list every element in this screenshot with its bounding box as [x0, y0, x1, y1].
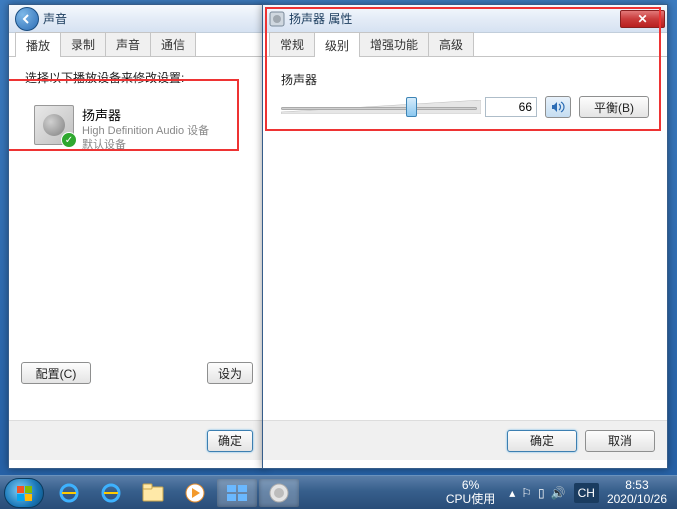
tab-advanced[interactable]: 高级	[428, 32, 474, 56]
sound-ok-button[interactable]: 确定	[207, 430, 253, 452]
props-title-bar[interactable]: 扬声器 属性 ✕	[263, 5, 667, 33]
device-driver: High Definition Audio 设备	[82, 124, 209, 138]
start-button[interactable]	[4, 478, 44, 508]
tab-enhancements[interactable]: 增强功能	[359, 32, 429, 56]
clock-time: 8:53	[607, 479, 667, 492]
tab-communications[interactable]: 通信	[150, 32, 196, 56]
speaker-sound-icon	[551, 100, 565, 114]
device-status: 默认设备	[82, 138, 209, 152]
taskbar-ie2-icon[interactable]	[91, 479, 131, 507]
balance-button[interactable]: 平衡(B)	[579, 96, 649, 118]
sound-content: 选择以下播放设备来修改设置: ✓ 扬声器 High Definition Aud…	[9, 57, 265, 428]
volume-input[interactable]	[485, 97, 537, 117]
taskbar: 6% CPU使用 ▴ ⚐ ▯ 🔊 CH 8:53 2020/10/26	[0, 475, 677, 509]
tab-recording[interactable]: 录制	[60, 32, 106, 56]
sound-button-row: 确定	[9, 420, 265, 460]
volume-slider[interactable]	[281, 96, 477, 118]
cpu-percent: 6%	[446, 479, 495, 492]
tab-general[interactable]: 常规	[269, 32, 315, 56]
props-ok-button[interactable]: 确定	[507, 430, 577, 452]
device-name: 扬声器	[82, 105, 209, 124]
device-item-speaker[interactable]: ✓ 扬声器 High Definition Audio 设备 默认设备	[25, 96, 249, 162]
props-cancel-button[interactable]: 取消	[585, 430, 655, 452]
configure-button[interactable]: 配置(C)	[21, 362, 91, 384]
cpu-meter[interactable]: 6% CPU使用	[440, 477, 501, 507]
sound-title: 声音	[43, 10, 263, 27]
tab-playback[interactable]: 播放	[15, 32, 61, 57]
sound-tabs: 播放 录制 声音 通信	[9, 33, 265, 57]
system-tray: 6% CPU使用 ▴ ⚐ ▯ 🔊 CH 8:53 2020/10/26	[440, 477, 673, 507]
tray-volume-icon[interactable]: 🔊	[551, 486, 566, 500]
tab-sounds[interactable]: 声音	[105, 32, 151, 56]
taskbar-media-icon[interactable]	[175, 479, 215, 507]
back-icon[interactable]	[15, 7, 39, 31]
taskbar-app2-icon[interactable]	[259, 479, 299, 507]
tray-network-icon[interactable]: ▯	[538, 486, 545, 500]
tab-levels[interactable]: 级别	[314, 32, 360, 57]
close-button[interactable]: ✕	[620, 10, 665, 28]
speaker-group-label: 扬声器	[281, 71, 649, 88]
volume-thumb[interactable]	[406, 97, 417, 117]
instruction-text: 选择以下播放设备来修改设置:	[25, 69, 249, 86]
clock-date: 2020/10/26	[607, 493, 667, 506]
taskbar-app1-icon[interactable]	[217, 479, 257, 507]
clock[interactable]: 8:53 2020/10/26	[601, 477, 673, 507]
language-indicator[interactable]: CH	[574, 483, 599, 503]
props-title: 扬声器 属性	[289, 10, 620, 27]
tray-icons: ▴ ⚐ ▯ 🔊	[503, 486, 571, 500]
tray-arrow-icon[interactable]: ▴	[509, 486, 515, 500]
sound-window: 声音 播放 录制 声音 通信 选择以下播放设备来修改设置: ✓ 扬声器 High…	[8, 4, 266, 469]
device-text: 扬声器 High Definition Audio 设备 默认设备	[82, 105, 209, 153]
props-content: 扬声器 平衡(B)	[263, 57, 667, 428]
default-check-icon: ✓	[61, 132, 77, 148]
cpu-label: CPU使用	[446, 493, 495, 506]
volume-row: 平衡(B)	[281, 96, 649, 118]
close-icon: ✕	[637, 12, 647, 26]
sound-title-bar[interactable]: 声音	[9, 5, 265, 33]
taskbar-ie-icon[interactable]	[49, 479, 89, 507]
tray-flag-icon[interactable]: ⚐	[521, 486, 532, 500]
props-button-row: 确定 取消	[263, 420, 667, 460]
speaker-properties-window: 扬声器 属性 ✕ 常规 级别 增强功能 高级 扬声器	[262, 4, 668, 469]
taskbar-explorer-icon[interactable]	[133, 479, 173, 507]
props-title-icon	[269, 11, 285, 27]
speaker-icon: ✓	[34, 105, 74, 145]
windows-logo-icon	[5, 479, 45, 509]
props-tabs: 常规 级别 增强功能 高级	[263, 33, 667, 57]
mute-button[interactable]	[545, 96, 571, 118]
set-default-button[interactable]: 设为	[207, 362, 253, 384]
